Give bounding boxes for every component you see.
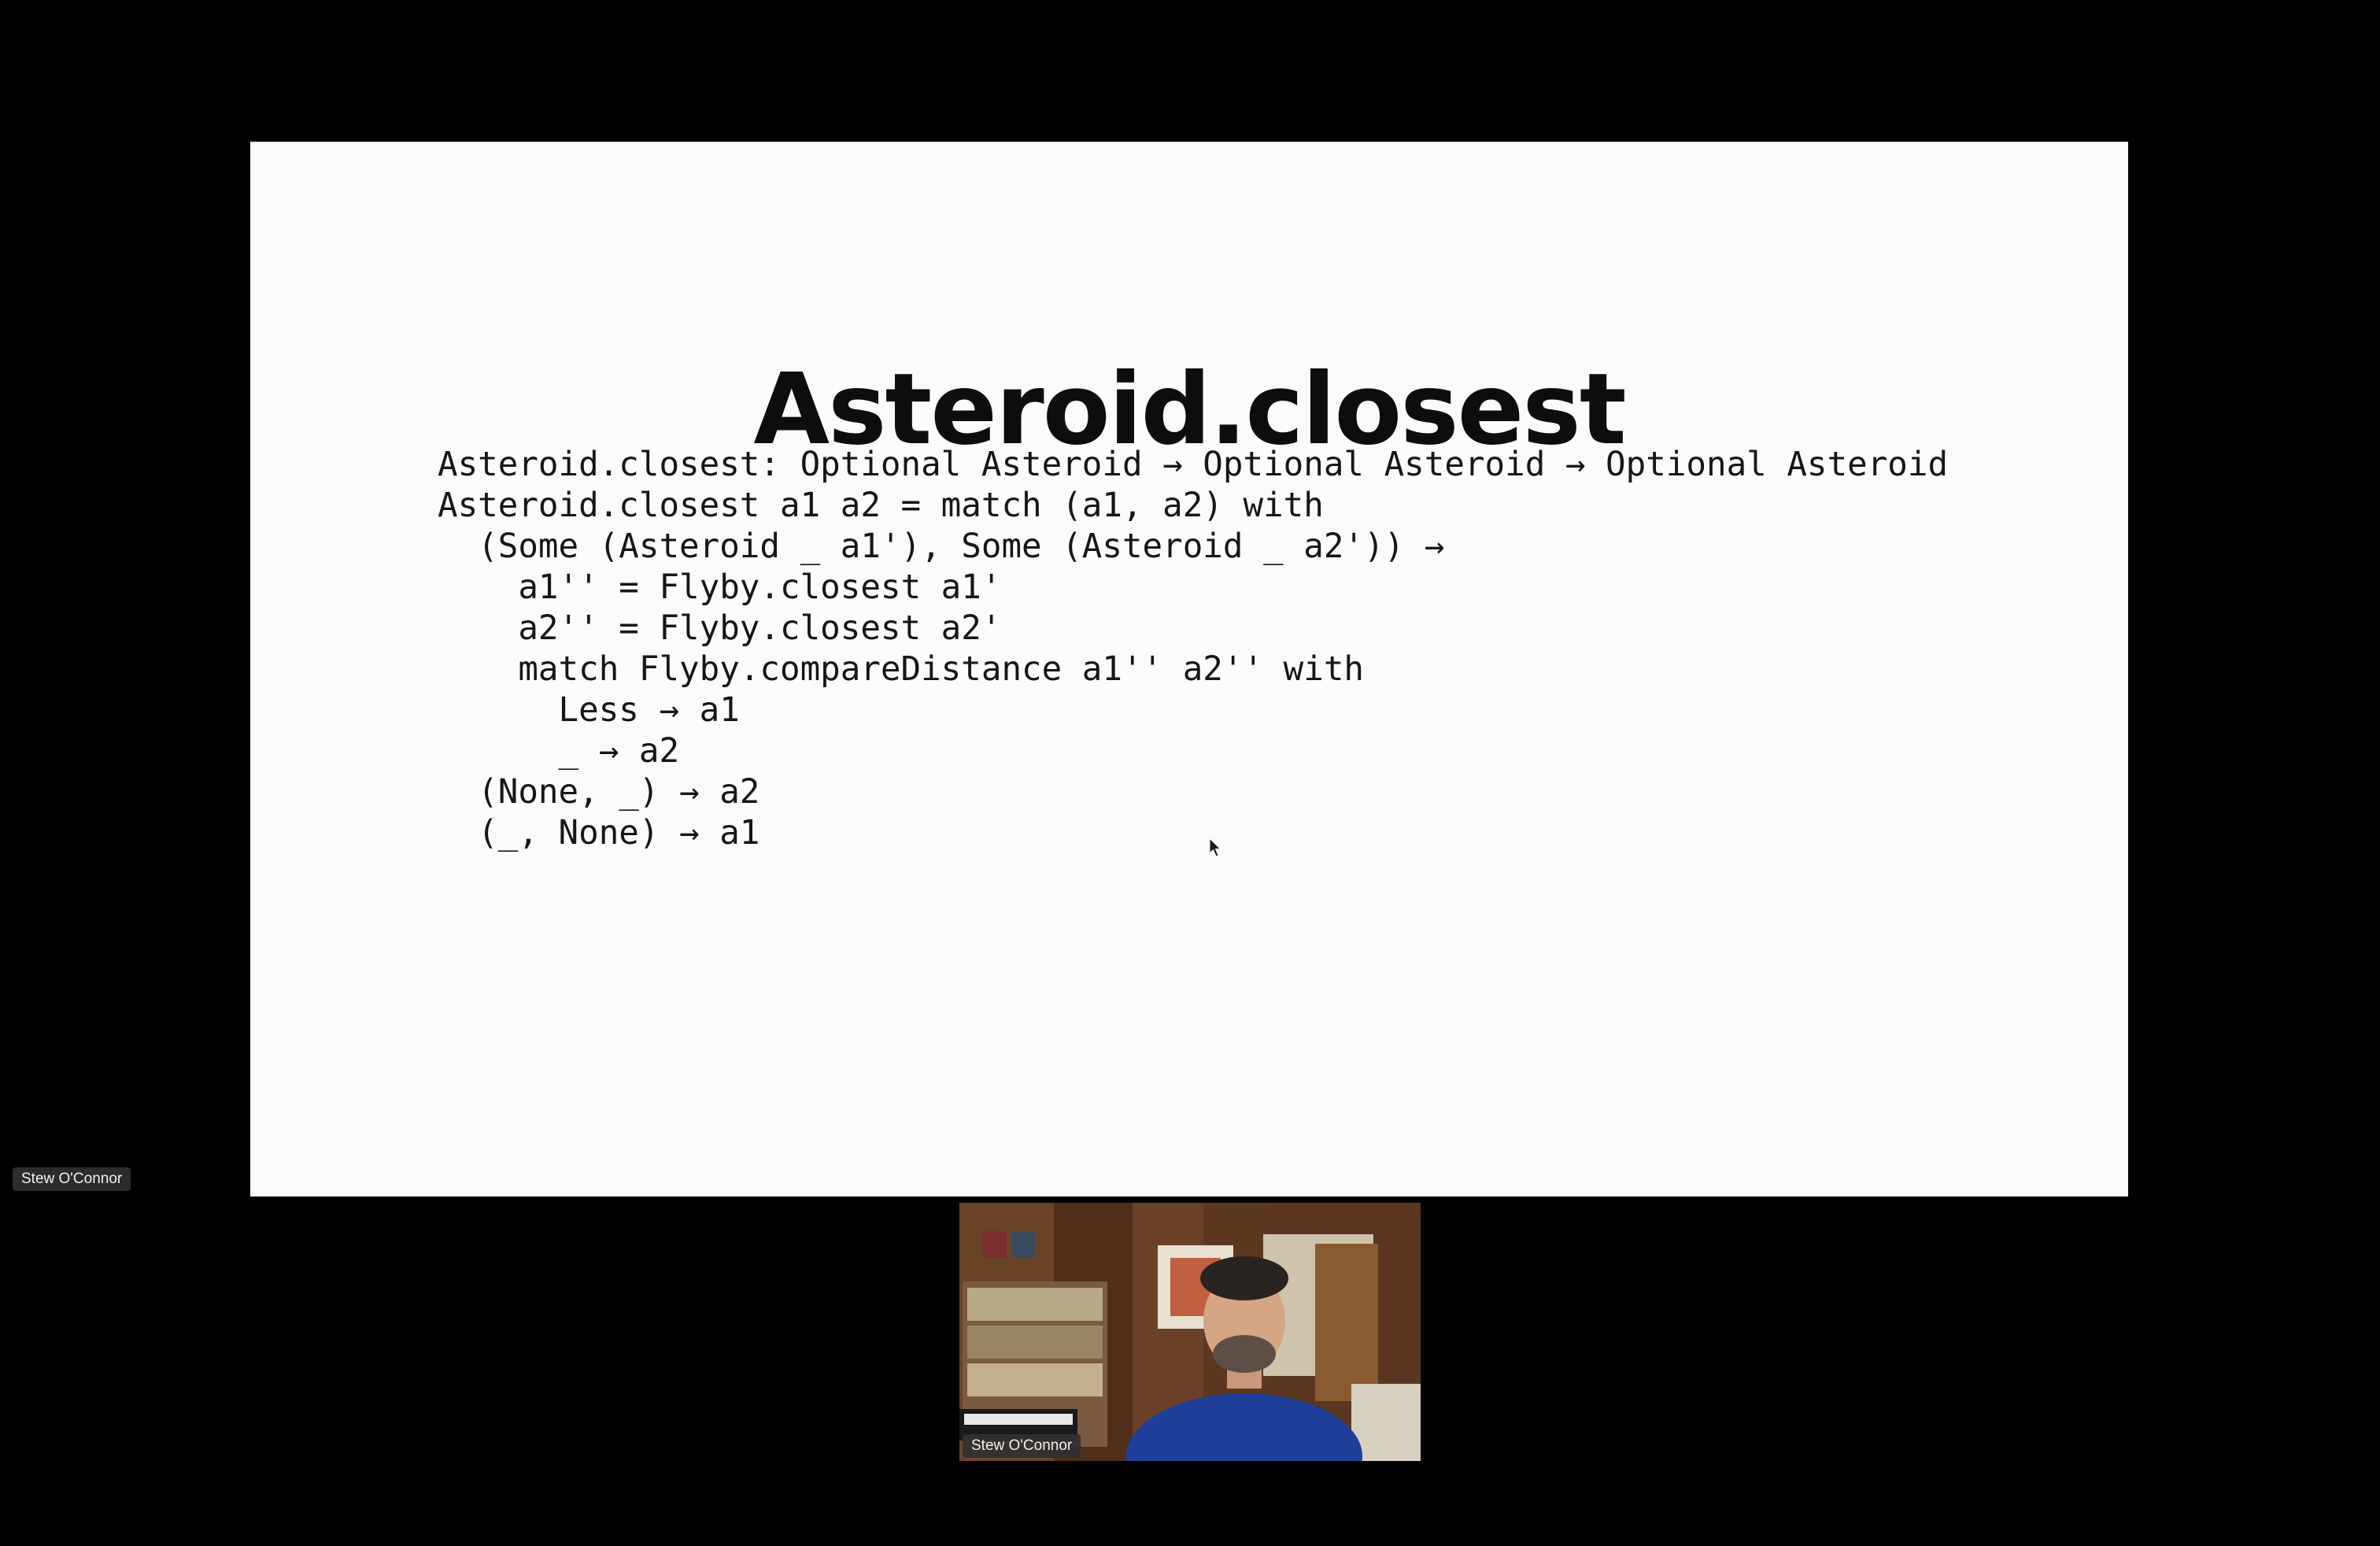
webcam-feed <box>959 1203 1421 1461</box>
code-line: (None, _) → a2 <box>438 773 760 812</box>
mouse-pointer-icon <box>1209 838 1221 857</box>
code-line: Asteroid.closest a1 a2 = match (a1, a2) … <box>438 486 1324 525</box>
code-line: match Flyby.compareDistance a1'' a2'' wi… <box>438 650 1365 689</box>
code-line: Asteroid.closest: Optional Asteroid → Op… <box>438 446 1949 484</box>
code-line: a1'' = Flyby.closest a1' <box>438 568 1002 607</box>
participant-name-label: Stew O'Connor <box>963 1434 1081 1458</box>
participant-name-label: Stew O'Connor <box>13 1167 131 1191</box>
code-line: Less → a1 <box>438 691 740 730</box>
code-block: Asteroid.closest: Optional Asteroid → Op… <box>438 445 1948 854</box>
participant-video-tile[interactable]: Stew O'Connor <box>959 1203 1421 1461</box>
code-line: (Some (Asteroid _ a1'), Some (Asteroid _… <box>438 527 1445 566</box>
code-line: (_, None) → a1 <box>438 814 760 853</box>
presentation-slide: Asteroid.closest Asteroid.closest: Optio… <box>250 142 2128 1196</box>
code-line: a2'' = Flyby.closest a2' <box>438 609 1002 648</box>
code-line: _ → a2 <box>438 732 680 771</box>
